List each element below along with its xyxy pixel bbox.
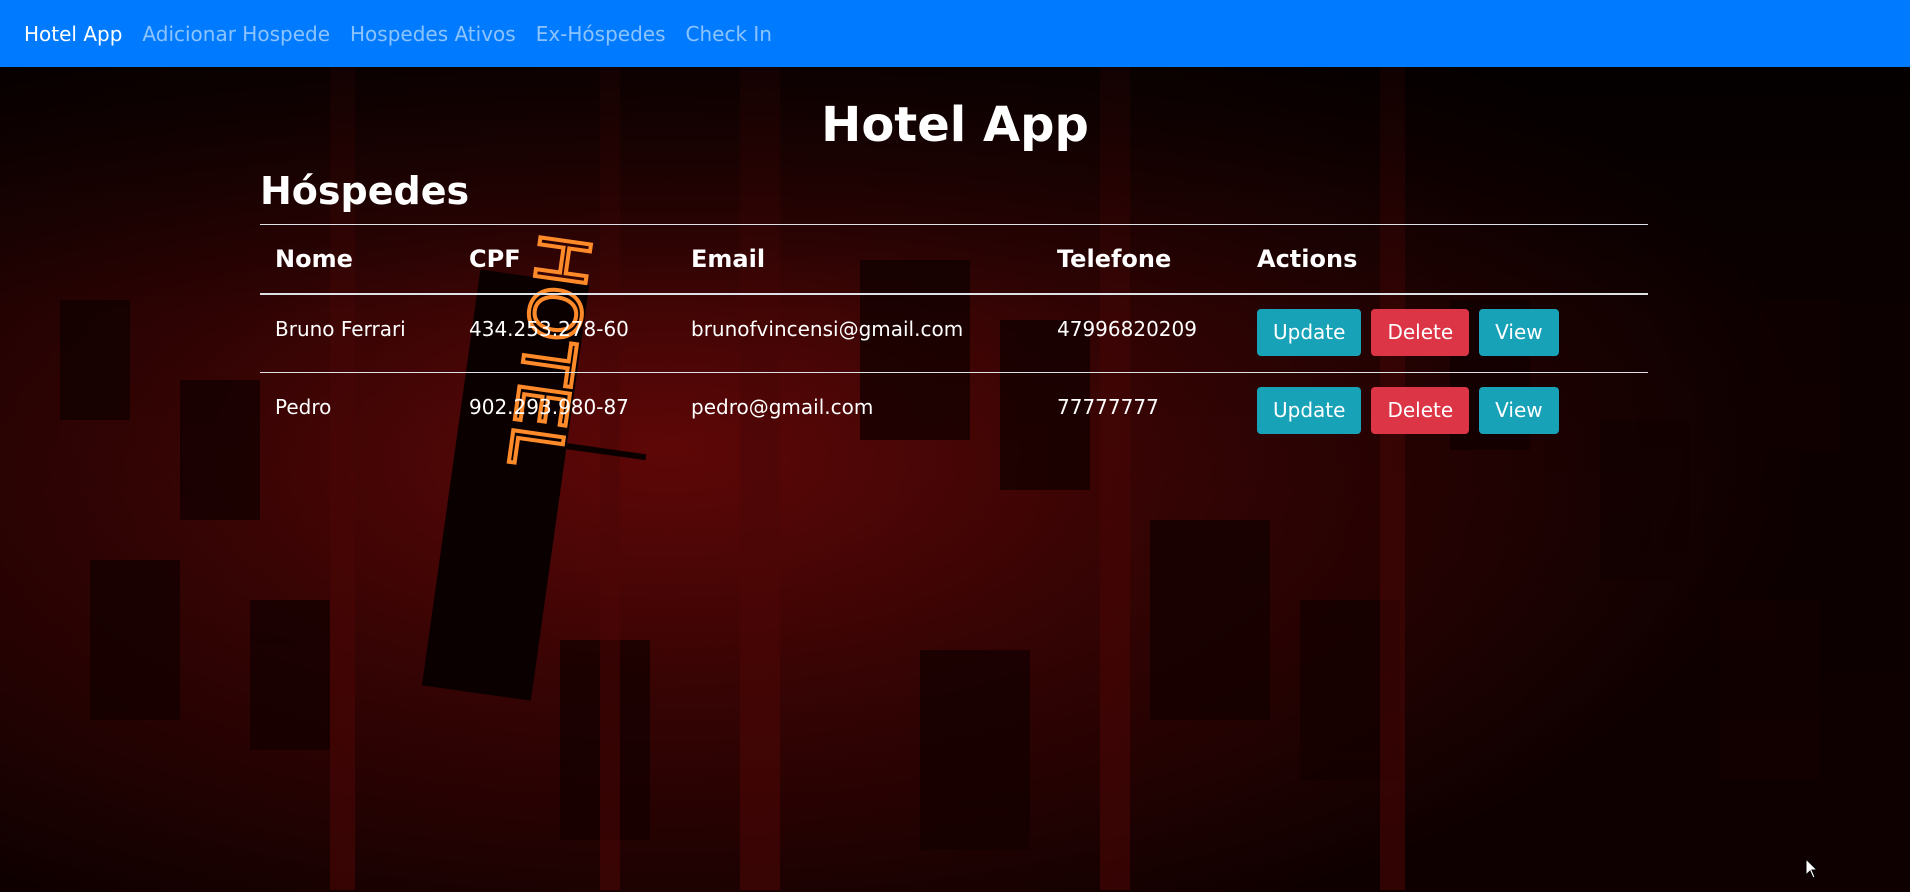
cell-cpf: 434.253.278-60 bbox=[454, 293, 676, 373]
header-telefone: Telefone bbox=[1042, 224, 1242, 295]
cell-actions: Update Delete View bbox=[1242, 293, 1648, 373]
header-cpf: CPF bbox=[454, 224, 676, 295]
view-button[interactable]: View bbox=[1479, 387, 1559, 434]
header-nome: Nome bbox=[260, 224, 454, 295]
nav-link-check-in[interactable]: Check In bbox=[686, 22, 772, 46]
delete-button[interactable]: Delete bbox=[1371, 308, 1470, 356]
cell-telefone: 77777777 bbox=[1057, 395, 1159, 419]
cell-actions: Update Delete View bbox=[1242, 373, 1648, 452]
page-title: Hotel App bbox=[821, 97, 1089, 153]
cell-nome: Pedro bbox=[275, 395, 332, 419]
table-row: Bruno Ferrari 434.253.278-60 brunofvince… bbox=[260, 293, 1648, 373]
navbar-brand[interactable]: Hotel App bbox=[24, 22, 122, 46]
mouse-pointer-icon bbox=[1805, 858, 1819, 879]
guests-table: Nome CPF Email Telefone Actions Bruno Fe… bbox=[260, 224, 1648, 452]
view-button[interactable]: View bbox=[1479, 308, 1559, 356]
header-email: Email bbox=[676, 224, 1042, 295]
section-title-hospedes: Hóspedes bbox=[260, 169, 470, 213]
nav-link-ex-hospedes[interactable]: Ex-Hóspedes bbox=[536, 22, 666, 46]
cell-email: pedro@gmail.com bbox=[691, 395, 874, 419]
update-button[interactable]: Update bbox=[1257, 308, 1362, 356]
header-actions: Actions bbox=[1242, 224, 1648, 295]
main-content: Hotel App Hóspedes Nome CPF Email Telefo… bbox=[0, 67, 1910, 892]
update-button[interactable]: Update bbox=[1257, 387, 1362, 434]
delete-button[interactable]: Delete bbox=[1371, 387, 1470, 434]
nav-link-hospedes-ativos[interactable]: Hospedes Ativos bbox=[350, 22, 516, 46]
cell-cpf: 902.293.980-87 bbox=[469, 395, 629, 419]
table-header-row: Nome CPF Email Telefone Actions bbox=[260, 224, 1648, 295]
cell-email: brunofvincensi@gmail.com bbox=[676, 293, 1042, 373]
top-navbar: Hotel App Adicionar Hospede Hospedes Ati… bbox=[0, 0, 1910, 67]
nav-link-adicionar-hospede[interactable]: Adicionar Hospede bbox=[142, 22, 330, 46]
cell-telefone: 47996820209 bbox=[1042, 293, 1242, 373]
cell-nome: Bruno Ferrari bbox=[260, 293, 454, 373]
table-row: Pedro 902.293.980-87 pedro@gmail.com 777… bbox=[260, 373, 1648, 452]
